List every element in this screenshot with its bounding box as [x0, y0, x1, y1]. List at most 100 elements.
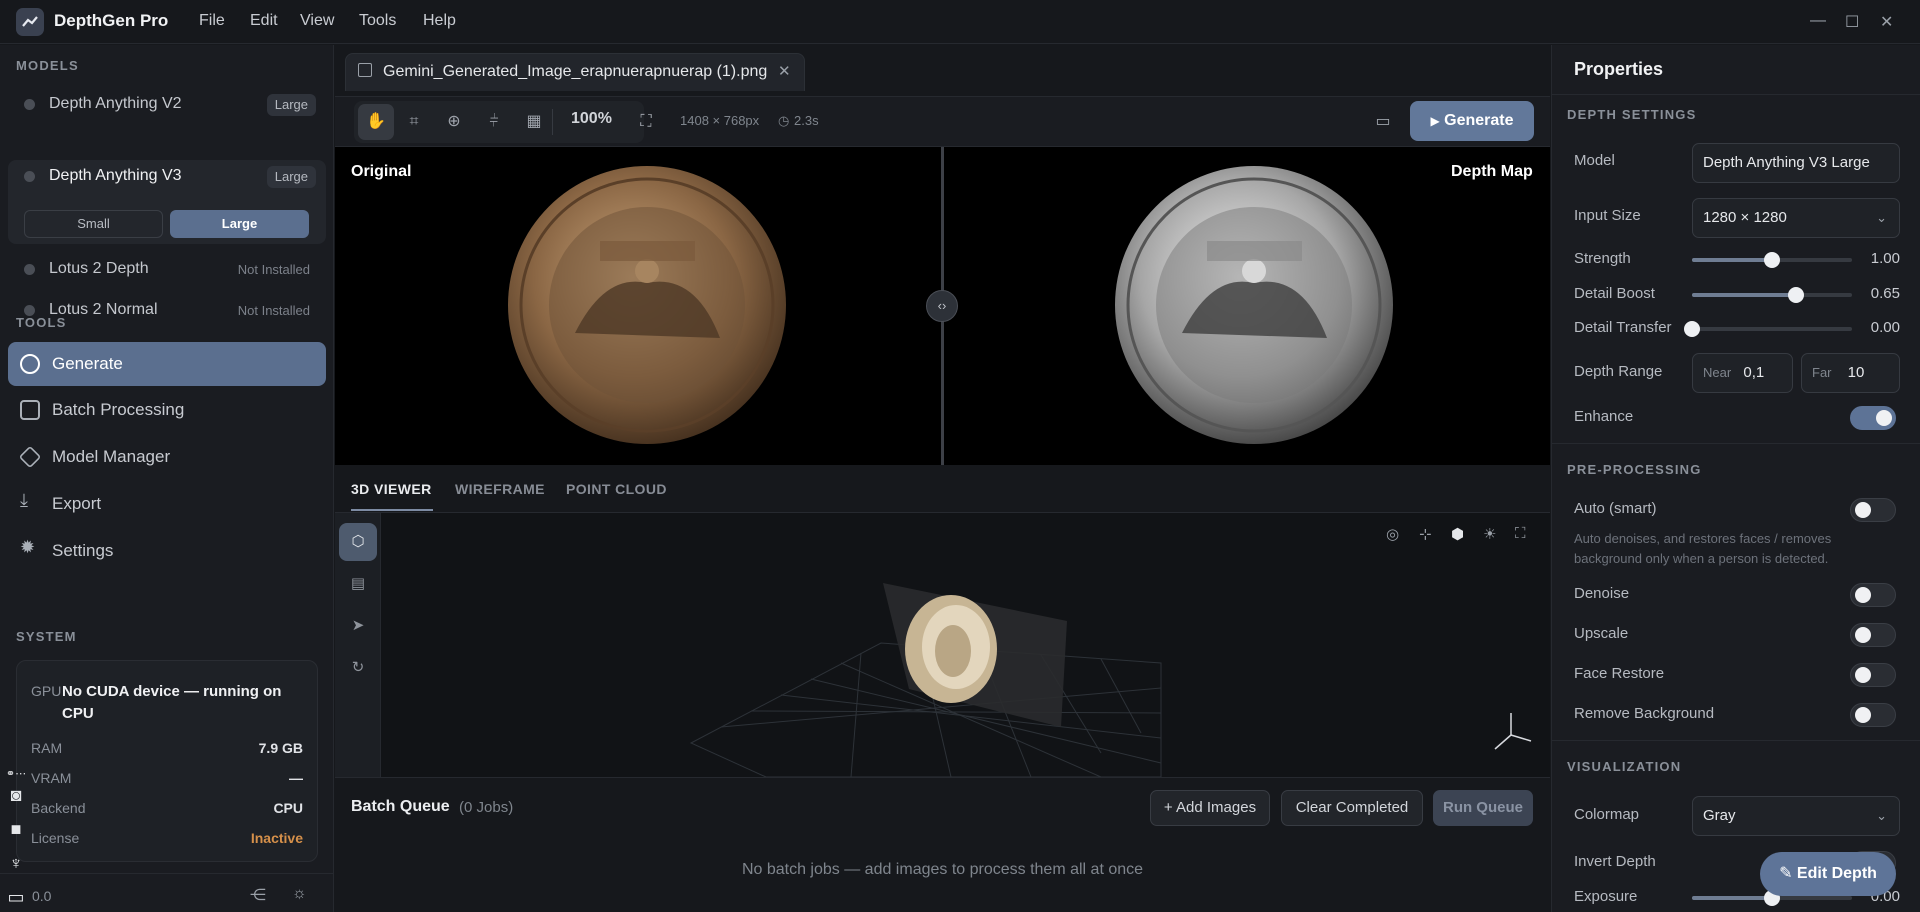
close-button[interactable]: ✕ [1880, 12, 1893, 32]
model-select[interactable]: Depth Anything V3 Large [1692, 143, 1900, 183]
colormap-label: Colormap [1574, 806, 1640, 823]
far-input[interactable]: Far 10 [1801, 353, 1900, 393]
model-name: Lotus 2 Depth [49, 260, 149, 277]
model-name: Depth Anything V3 [49, 167, 182, 184]
maximize-button[interactable]: ☐ [1845, 12, 1859, 32]
edit-depth-button[interactable]: ✎ Edit Depth [1760, 852, 1896, 896]
batch-count: (0 Jobs) [459, 799, 514, 816]
menu-view[interactable]: View [300, 12, 334, 30]
target-icon[interactable]: ⊹ [1419, 525, 1432, 543]
auto-smart-toggle[interactable] [1850, 498, 1896, 522]
crop-icon[interactable]: ⌗ [396, 104, 432, 140]
tab-3d-viewer[interactable]: 3D VIEWER [351, 481, 432, 497]
sun-icon[interactable]: ☀ [1483, 525, 1496, 543]
exposure-label: Exposure [1574, 888, 1638, 905]
model-item-depth-anything-v3[interactable]: Depth Anything V3 Large Small Large [8, 160, 326, 244]
detail-boost-slider[interactable] [1692, 287, 1852, 303]
generate-button[interactable]: ▶ Generate [1410, 101, 1534, 141]
reset-rotate-icon[interactable]: ↻ [339, 649, 377, 687]
backend-key: Backend [31, 800, 86, 816]
enhance-toggle[interactable] [1850, 406, 1896, 430]
model-item-lotus-2-depth[interactable]: Lotus 2 Depth Not Installed [8, 251, 326, 289]
denoise-toggle[interactable] [1850, 583, 1896, 607]
tool-model-manager[interactable]: Model Manager [8, 435, 326, 479]
vram-value: — [289, 770, 303, 786]
3d-viewport[interactable]: ◎ ⊹ ⬢ ☀ ⛶ [381, 513, 1550, 777]
layout-icon[interactable]: ▤ [339, 565, 377, 603]
tool-batch-processing[interactable]: Batch Processing [8, 388, 326, 432]
tool-export[interactable]: ⤓ Export [8, 482, 326, 526]
cube-view-icon[interactable]: ⬡ [339, 523, 377, 561]
exposure-slider[interactable] [1692, 890, 1852, 906]
clear-completed-button[interactable]: Clear Completed [1281, 790, 1423, 826]
slider-knob[interactable] [1788, 287, 1804, 303]
properties-panel: Properties DEPTH SETTINGS Model Depth An… [1551, 45, 1920, 912]
video-icon[interactable]: ■ [0, 815, 32, 843]
colormap-select[interactable]: Gray ⌄ [1692, 796, 1900, 836]
window-icon[interactable]: ▭ [0, 883, 32, 911]
tab-wireframe[interactable]: WIREFRAME [455, 481, 545, 497]
pan-hand-icon[interactable]: ✋ [358, 104, 394, 140]
light-bulb-icon[interactable]: ◎ [1386, 525, 1399, 543]
fullscreen-icon[interactable]: ⛶ [628, 104, 664, 140]
size-small-button[interactable]: Small [24, 210, 163, 238]
slider-knob[interactable] [1764, 252, 1780, 268]
camera-icon[interactable]: ◙ [0, 781, 32, 809]
far-value: 10 [1847, 364, 1865, 381]
run-queue-button[interactable]: Run Queue [1433, 790, 1533, 826]
app-name: DepthGen Pro [54, 11, 169, 30]
models-section-label: MODELS [16, 58, 79, 73]
upscale-toggle[interactable] [1850, 623, 1896, 647]
near-label: Near [1703, 365, 1732, 380]
viewer-tabs: 3D VIEWER WIREFRAME POINT CLOUD [335, 465, 1550, 513]
depth-range-label: Depth Range [1574, 363, 1663, 380]
input-size-select[interactable]: 1280 × 1280 ⌄ [1692, 198, 1900, 238]
share-icon[interactable]: ⋲ [250, 885, 266, 905]
invert-depth-label: Invert Depth [1574, 853, 1656, 870]
file-tab-bar: Gemini_Generated_Image_erapnuerapnuerap … [335, 45, 1550, 97]
face-restore-toggle[interactable] [1850, 663, 1896, 687]
zoom-icon[interactable]: ⊕ [436, 104, 472, 140]
model-item-depth-anything-v2[interactable]: Depth Anything V2 Large [8, 86, 326, 124]
menu-file[interactable]: File [199, 12, 225, 30]
batch-title: Batch Queue [351, 798, 450, 815]
gpu-value: No CUDA device — running on CPU [62, 683, 282, 722]
menu-tools[interactable]: Tools [359, 12, 396, 30]
microphone-icon[interactable]: ♆ [0, 849, 32, 877]
add-images-button[interactable]: + Add Images [1150, 790, 1270, 826]
tool-label: Model Manager [52, 447, 171, 466]
remove-background-label: Remove Background [1574, 705, 1715, 722]
divider-drag-handle-icon[interactable]: ‹› [926, 290, 958, 322]
divider [1552, 740, 1920, 741]
tool-generate[interactable]: Generate [8, 342, 326, 386]
cube-icon[interactable]: ⬢ [1451, 525, 1464, 543]
zoom-level[interactable]: 100% [571, 110, 612, 128]
process-time: 2.3s [794, 113, 819, 128]
folder-icon[interactable]: ▭ [1365, 104, 1401, 140]
fullscreen-icon[interactable]: ⛶ [1515, 525, 1526, 542]
near-input[interactable]: Near 0,1 [1692, 353, 1793, 393]
detail-transfer-slider[interactable] [1684, 321, 1852, 337]
batch-empty-message: No batch jobs — add images to process th… [741, 861, 1144, 878]
auto-smart-hint: Auto denoises, and restores faces / remo… [1574, 531, 1832, 566]
tool-settings[interactable]: ✹ Settings [8, 529, 326, 573]
menu-help[interactable]: Help [423, 12, 456, 30]
size-large-button[interactable]: Large [170, 210, 309, 238]
slider-knob[interactable] [1684, 321, 1700, 337]
split-view-icon[interactable]: ⫩ [476, 104, 512, 140]
grid-icon[interactable]: ▦ [516, 104, 552, 140]
slider-fill [1692, 258, 1772, 262]
menu-edit[interactable]: Edit [250, 12, 278, 30]
pencil-icon: ✎ [1779, 865, 1793, 882]
strength-slider[interactable] [1692, 252, 1852, 268]
close-tab-icon[interactable]: ✕ [778, 62, 791, 80]
auto-smart-label: Auto (smart) [1574, 500, 1657, 517]
theme-icon[interactable]: ☼ [292, 885, 307, 903]
depth-map-label: Depth Map [1451, 163, 1533, 180]
file-tab[interactable]: Gemini_Generated_Image_erapnuerapnuerap … [345, 53, 805, 91]
tab-point-cloud[interactable]: POINT CLOUD [566, 481, 667, 497]
remove-background-toggle[interactable] [1850, 703, 1896, 727]
cursor-icon[interactable]: ➤ [339, 607, 377, 645]
download-icon: ⤓ [20, 490, 28, 510]
minimize-button[interactable]: — [1810, 12, 1826, 30]
